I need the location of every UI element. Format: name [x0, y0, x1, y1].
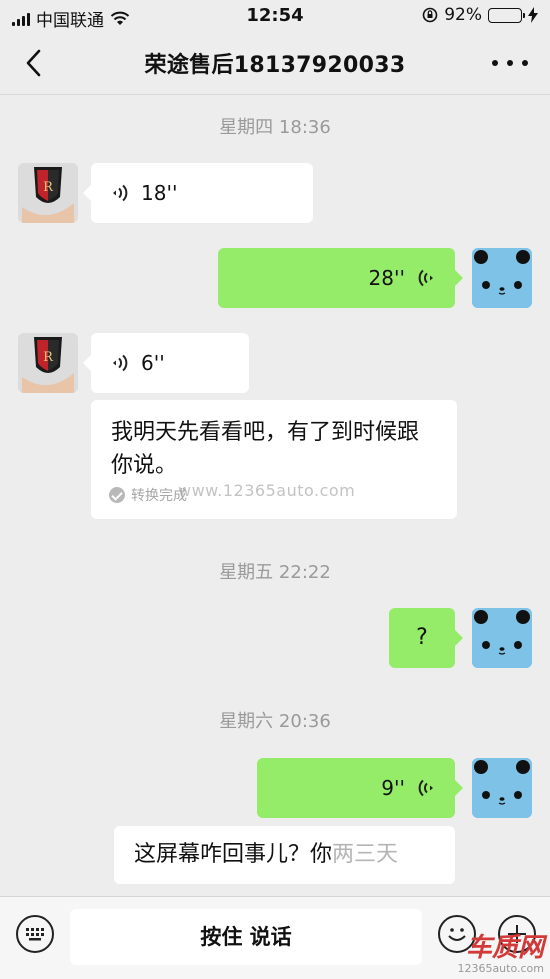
transcript-text: 这屏幕咋回事儿？你: [134, 842, 333, 867]
logo-url: 12365auto.com: [457, 962, 544, 975]
battery-icon: [488, 7, 525, 23]
input-bar: 按住 说话 车质网 12365auto.com: [0, 896, 550, 979]
car-brand-logo-icon: R: [18, 333, 78, 393]
voice-message[interactable]: 9'': [257, 758, 463, 818]
message-timestamp: 星期五 22:22: [219, 562, 331, 583]
status-right: 92%: [422, 5, 538, 25]
user-avatar[interactable]: [472, 758, 532, 818]
keyboard-toggle-button[interactable]: [16, 915, 54, 953]
message-text: ?: [416, 625, 428, 650]
charging-icon: [528, 7, 538, 23]
voice-duration: 18'': [141, 181, 178, 205]
transcript-status: 转换完成: [109, 485, 187, 505]
transcript-text: 我明天先看看吧，有了到时候跟你说。: [111, 420, 420, 478]
panda-avatar-icon: [472, 608, 532, 668]
voice-play-icon: [113, 184, 128, 202]
car-brand-logo-icon: R: [18, 163, 78, 223]
voice-play-icon: [113, 354, 128, 372]
chat-header: 荣途售后18137920033: [0, 32, 550, 95]
watermark-text: www.12365auto.com: [178, 481, 356, 500]
transcript-text-pending: 两三天: [332, 842, 399, 867]
logo-text: 车质网: [465, 933, 544, 963]
check-icon: [109, 487, 125, 503]
panda-avatar-icon: [472, 248, 532, 308]
message-timestamp: 星期六 20:36: [219, 711, 331, 732]
voice-play-icon: [418, 779, 433, 797]
status-bar: 中国联通 12:54 92%: [0, 0, 550, 32]
contact-avatar[interactable]: R: [18, 163, 78, 223]
voice-message[interactable]: 6'': [83, 333, 249, 393]
panda-avatar-icon: [472, 758, 532, 818]
hold-to-talk-button[interactable]: 按住 说话: [70, 909, 422, 965]
battery-percent: 92%: [444, 5, 482, 25]
user-avatar[interactable]: [472, 248, 532, 308]
voice-message[interactable]: 18'': [83, 163, 313, 223]
site-logo-watermark: 车质网 12365auto.com: [457, 934, 544, 975]
voice-duration: 9'': [381, 776, 405, 800]
more-options-icon[interactable]: [492, 50, 528, 76]
transcript-bubble[interactable]: 我明天先看看吧，有了到时候跟你说。 转换完成: [91, 400, 457, 519]
voice-message[interactable]: 28'': [218, 248, 463, 308]
voice-play-icon: [418, 269, 433, 287]
message-timestamp: 星期四 18:36: [219, 117, 331, 138]
orientation-lock-icon: [422, 7, 438, 23]
chat-title: 荣途售后18137920033: [144, 53, 406, 78]
user-avatar[interactable]: [472, 608, 532, 668]
text-message[interactable]: ?: [389, 608, 463, 668]
transcript-bubble[interactable]: 这屏幕咋回事儿？你两三天: [114, 826, 455, 884]
svg-text:R: R: [43, 180, 54, 195]
svg-text:R: R: [43, 350, 54, 365]
contact-avatar[interactable]: R: [18, 333, 78, 393]
keyboard-icon: [26, 928, 44, 941]
voice-duration: 28'': [368, 266, 405, 290]
voice-duration: 6'': [141, 351, 165, 375]
